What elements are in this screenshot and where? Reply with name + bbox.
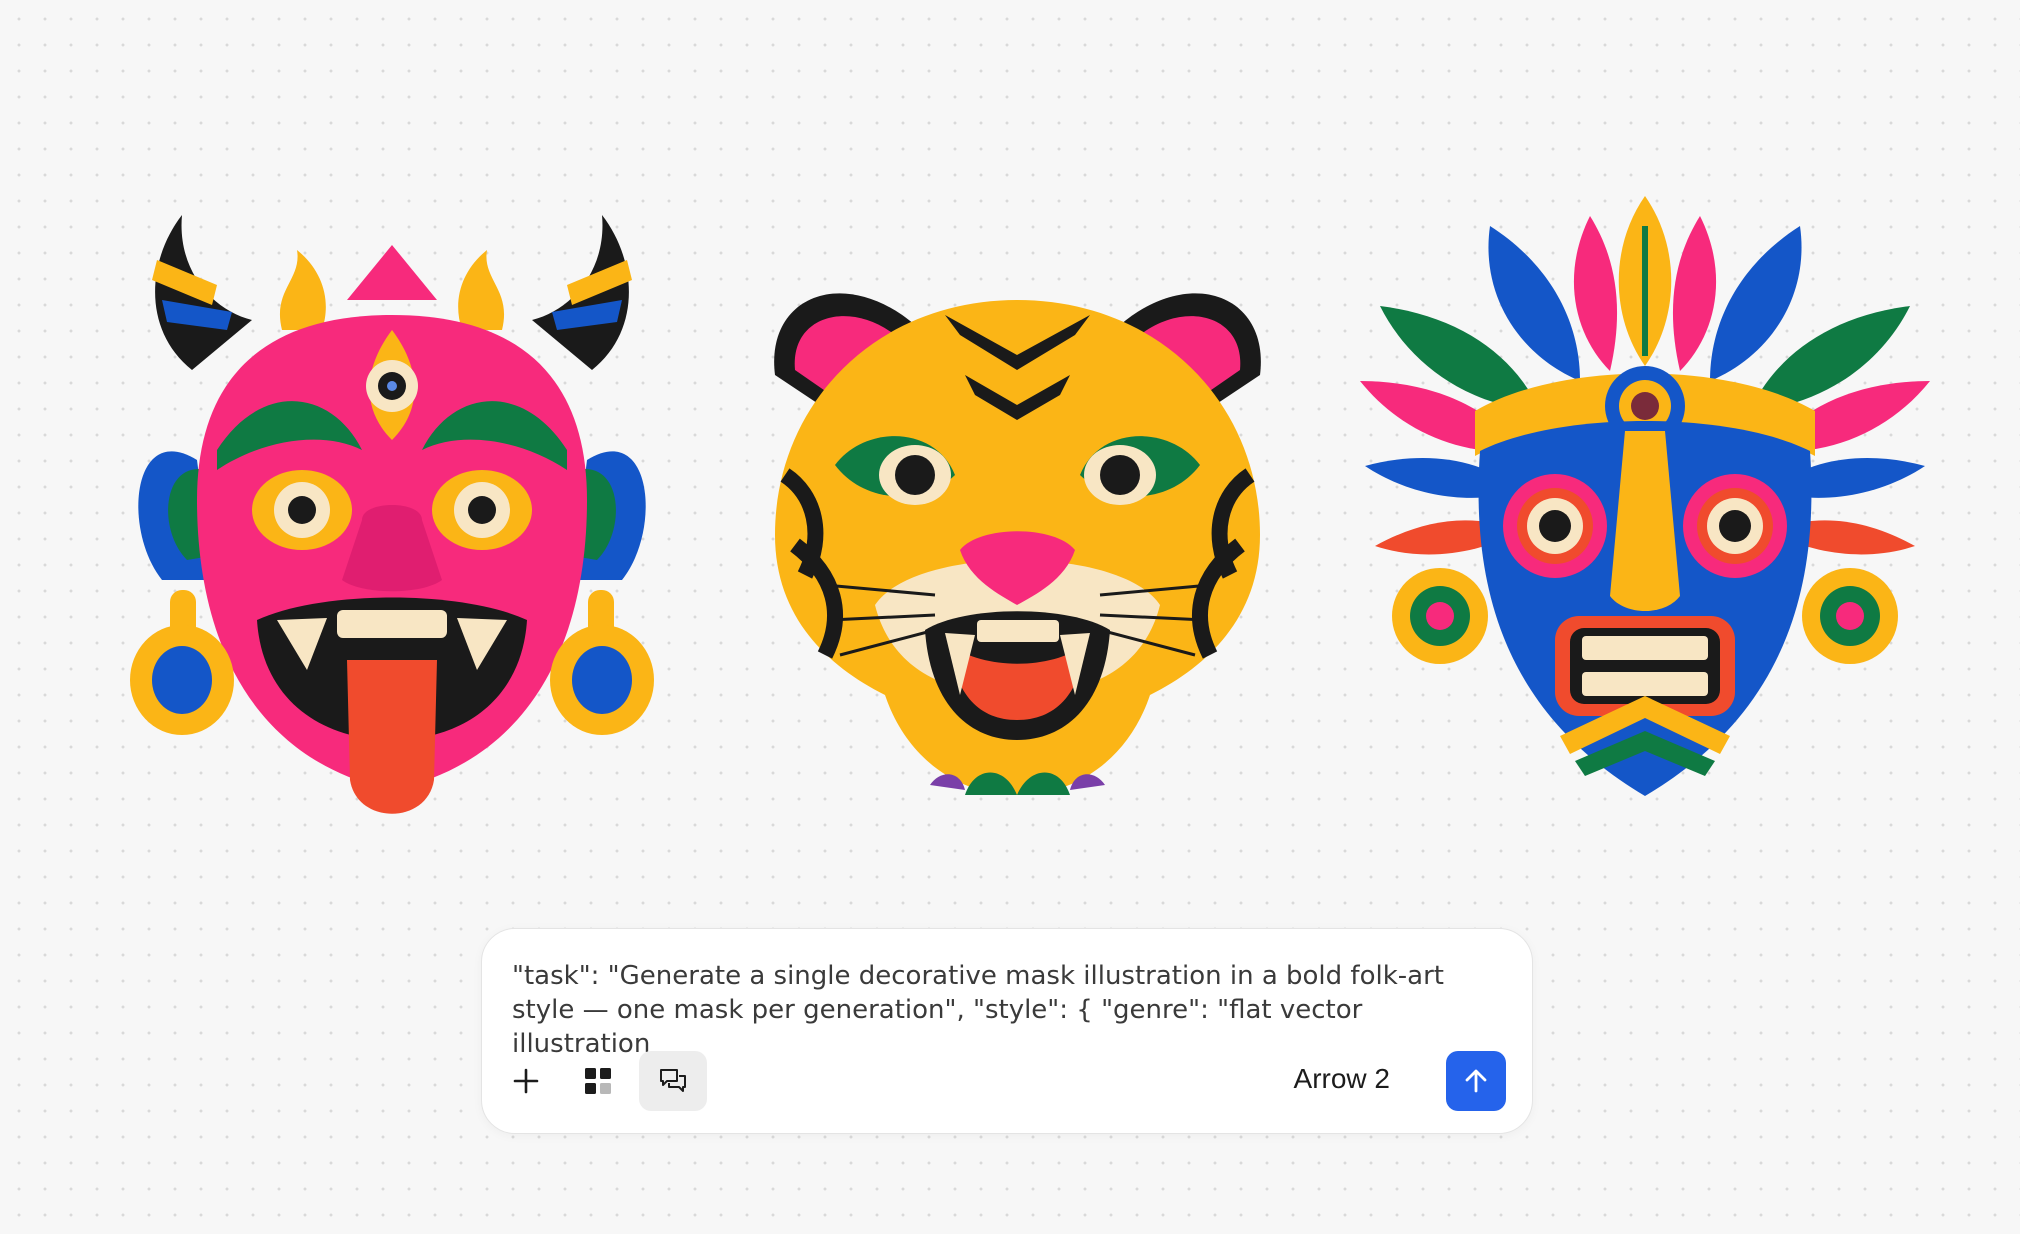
chat-icon bbox=[660, 1069, 686, 1092]
chat-button[interactable] bbox=[639, 1051, 707, 1111]
mask-gallery bbox=[0, 0, 2020, 880]
tribal-mask-illustration bbox=[1360, 196, 1930, 796]
send-button[interactable] bbox=[1446, 1051, 1506, 1111]
grid-button[interactable] bbox=[564, 1051, 632, 1111]
tiger-mask-icon bbox=[774, 293, 1261, 795]
grid-icon bbox=[585, 1068, 611, 1094]
demon-mask-icon bbox=[130, 215, 654, 814]
demon-mask-illustration bbox=[122, 200, 662, 830]
tribal-mask-icon bbox=[1360, 196, 1930, 796]
composer-toolbar: Arrow 2 bbox=[482, 1051, 1532, 1111]
plus-icon bbox=[513, 1068, 539, 1094]
add-button[interactable] bbox=[492, 1051, 560, 1111]
prompt-text[interactable]: "task": "Generate a single decorative ma… bbox=[512, 959, 1472, 1061]
prompt-composer: "task": "Generate a single decorative ma… bbox=[481, 928, 1533, 1134]
tiger-mask-illustration bbox=[765, 275, 1270, 800]
arrow-up-icon bbox=[1465, 1069, 1487, 1093]
model-selector[interactable]: Arrow 2 bbox=[1294, 1063, 1390, 1095]
